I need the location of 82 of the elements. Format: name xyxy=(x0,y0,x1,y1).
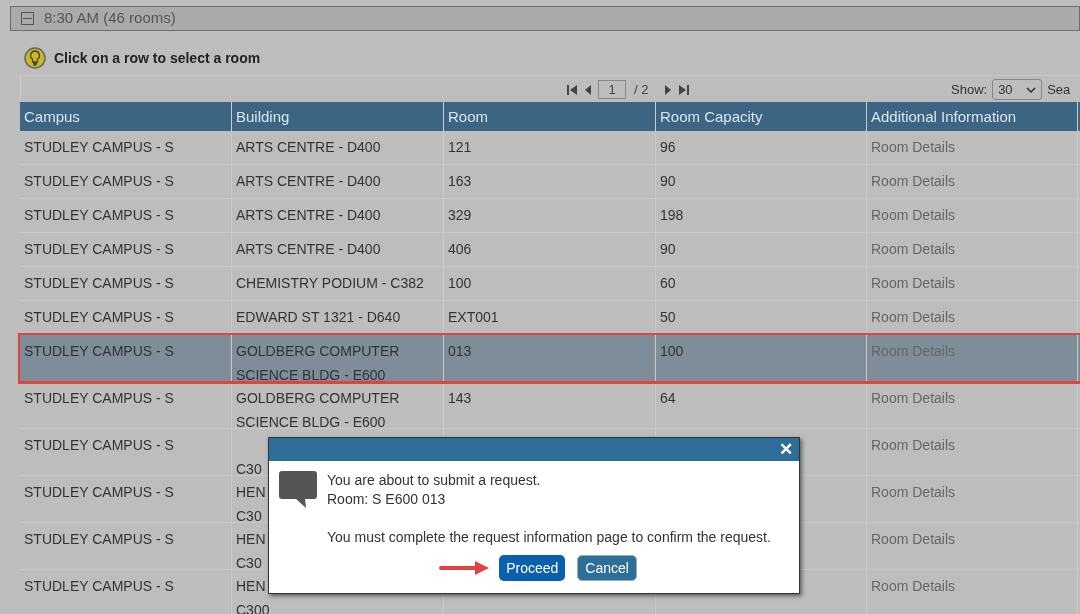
room-details-link[interactable]: Room Details xyxy=(871,531,956,547)
table-cell: 90 xyxy=(660,241,676,257)
column-header[interactable]: Room Capacity xyxy=(656,102,867,131)
table-cell: 50 xyxy=(660,309,676,325)
table-row[interactable]: STUDLEY CAMPUS - S CHEMISTRY PODIUM - C382 100 60 Room Details xyxy=(20,267,1080,301)
table-cell: STUDLEY CAMPUS - S xyxy=(24,173,174,189)
table-cell: 329 xyxy=(448,207,472,223)
collapse-icon[interactable] xyxy=(21,12,34,25)
column-header[interactable]: Campus xyxy=(20,102,232,131)
table-cell: 163 xyxy=(448,173,472,189)
page-total: / 2 xyxy=(634,81,649,99)
table-cell: STUDLEY CAMPUS - S xyxy=(24,437,174,453)
table-cell: CHEMISTRY PODIUM - C382 xyxy=(236,275,424,291)
speech-bubble-icon xyxy=(279,471,317,509)
page-size-select[interactable]: 30 xyxy=(992,79,1043,100)
room-details-link[interactable]: Room Details xyxy=(871,241,956,257)
table-cell: 60 xyxy=(660,275,676,291)
first-page-icon[interactable] xyxy=(566,83,578,96)
table-cell: C30 xyxy=(236,461,262,477)
table-cell: EDWARD ST 1321 - D640 xyxy=(236,309,401,325)
table-cell: ARTS CENTRE - D400 xyxy=(236,241,381,257)
room-details-link[interactable]: Room Details xyxy=(871,207,956,223)
room-details-link[interactable]: Room Details xyxy=(871,173,956,189)
table-cell: EXT001 xyxy=(448,309,499,325)
table-cell: STUDLEY CAMPUS - S xyxy=(24,275,174,291)
table-row[interactable]: STUDLEY CAMPUS - S ARTS CENTRE - D400 163 90 Room Details xyxy=(20,165,1080,199)
close-button[interactable]: ✕ xyxy=(779,441,793,458)
table-cell: STUDLEY CAMPUS - S xyxy=(24,578,174,594)
table-cell: STUDLEY CAMPUS - S xyxy=(24,207,174,223)
column-header[interactable]: Building xyxy=(232,102,444,131)
table-cell: 406 xyxy=(448,241,472,257)
table-cell: 013 xyxy=(448,343,472,359)
table-cell: 90 xyxy=(660,173,676,189)
table-cell: ARTS CENTRE - D400 xyxy=(236,173,381,189)
room-details-link[interactable]: Room Details xyxy=(871,139,956,155)
table-cell: ARTS CENTRE - D400 xyxy=(236,139,381,155)
table-cell: GOLDBERG COMPUTER SCIENCE BLDG - E600 xyxy=(236,390,400,430)
table-cell: STUDLEY CAMPUS - S xyxy=(24,390,174,406)
room-details-link[interactable]: Room Details xyxy=(871,275,956,291)
table-cell: GOLDBERG COMPUTER SCIENCE BLDG - E600 xyxy=(236,343,400,383)
group-title: 8:30 AM (46 rooms) xyxy=(44,8,176,29)
room-details-link[interactable]: Room Details xyxy=(871,484,956,500)
table-row[interactable]: STUDLEY CAMPUS - S ARTS CENTRE - D400 121 96 Room Details xyxy=(20,131,1080,165)
table-cell: STUDLEY CAMPUS - S xyxy=(24,309,174,325)
table-cell: 96 xyxy=(660,139,676,155)
table-cell: 100 xyxy=(660,343,684,359)
table-cell: STUDLEY CAMPUS - S xyxy=(24,139,174,155)
table-row[interactable]: STUDLEY CAMPUS - S ARTS CENTRE - D400 329 198 Room Details xyxy=(20,199,1080,233)
room-details-link[interactable]: Room Details xyxy=(871,390,956,406)
column-header[interactable]: Room xyxy=(444,102,656,131)
room-details-link[interactable]: Room Details xyxy=(871,578,956,594)
proceed-button[interactable]: Proceed xyxy=(499,555,566,581)
table-cell: 198 xyxy=(660,207,684,223)
hint-text: Click on a row to select a room xyxy=(54,48,261,68)
page-field[interactable]: 1 xyxy=(598,80,626,100)
table-cell: ARTS CENTRE - D400 xyxy=(236,207,381,223)
table-cell: 100 xyxy=(448,275,472,291)
dialog-note: You must complete the request information page to confirm the request. xyxy=(327,528,771,547)
last-page-icon[interactable] xyxy=(678,83,691,96)
table-cell: HEN C30 xyxy=(236,531,266,571)
previous-page-icon[interactable] xyxy=(584,83,592,96)
group-header[interactable]: 8:30 AM (46 rooms) xyxy=(10,6,1080,31)
dialog-message: Room: S E600 013 xyxy=(327,490,447,509)
next-page-icon[interactable] xyxy=(664,83,673,96)
table-cell: HEN C30 xyxy=(236,484,266,524)
table-cell: STUDLEY CAMPUS - S xyxy=(24,241,174,257)
table-cell: STUDLEY CAMPUS - S xyxy=(24,343,174,359)
table-cell: 121 xyxy=(448,139,472,155)
chevron-down-icon xyxy=(1026,86,1037,93)
table-cell: STUDLEY CAMPUS - S xyxy=(24,484,174,500)
show-label: Show: xyxy=(951,80,988,99)
table-row[interactable]: STUDLEY CAMPUS - S ARTS CENTRE - D400 406 90 Room Details xyxy=(20,233,1080,267)
room-details-link[interactable]: Room Details xyxy=(871,309,956,325)
search-label: Sea xyxy=(1047,80,1071,99)
lightbulb-icon xyxy=(24,47,46,69)
table-cell: STUDLEY CAMPUS - S xyxy=(24,531,174,547)
cancel-button[interactable]: Cancel xyxy=(577,555,637,581)
room-details-link[interactable]: Room Details xyxy=(871,437,956,453)
column-header[interactable]: Additional Information xyxy=(867,102,1078,131)
table-cell: 64 xyxy=(660,390,676,406)
table-cell: 143 xyxy=(448,390,472,406)
table-row[interactable]: STUDLEY CAMPUS - S GOLDBERG COMPUTER SCIENCE BLDG - E600 143 64 Room Details xyxy=(20,382,1080,429)
